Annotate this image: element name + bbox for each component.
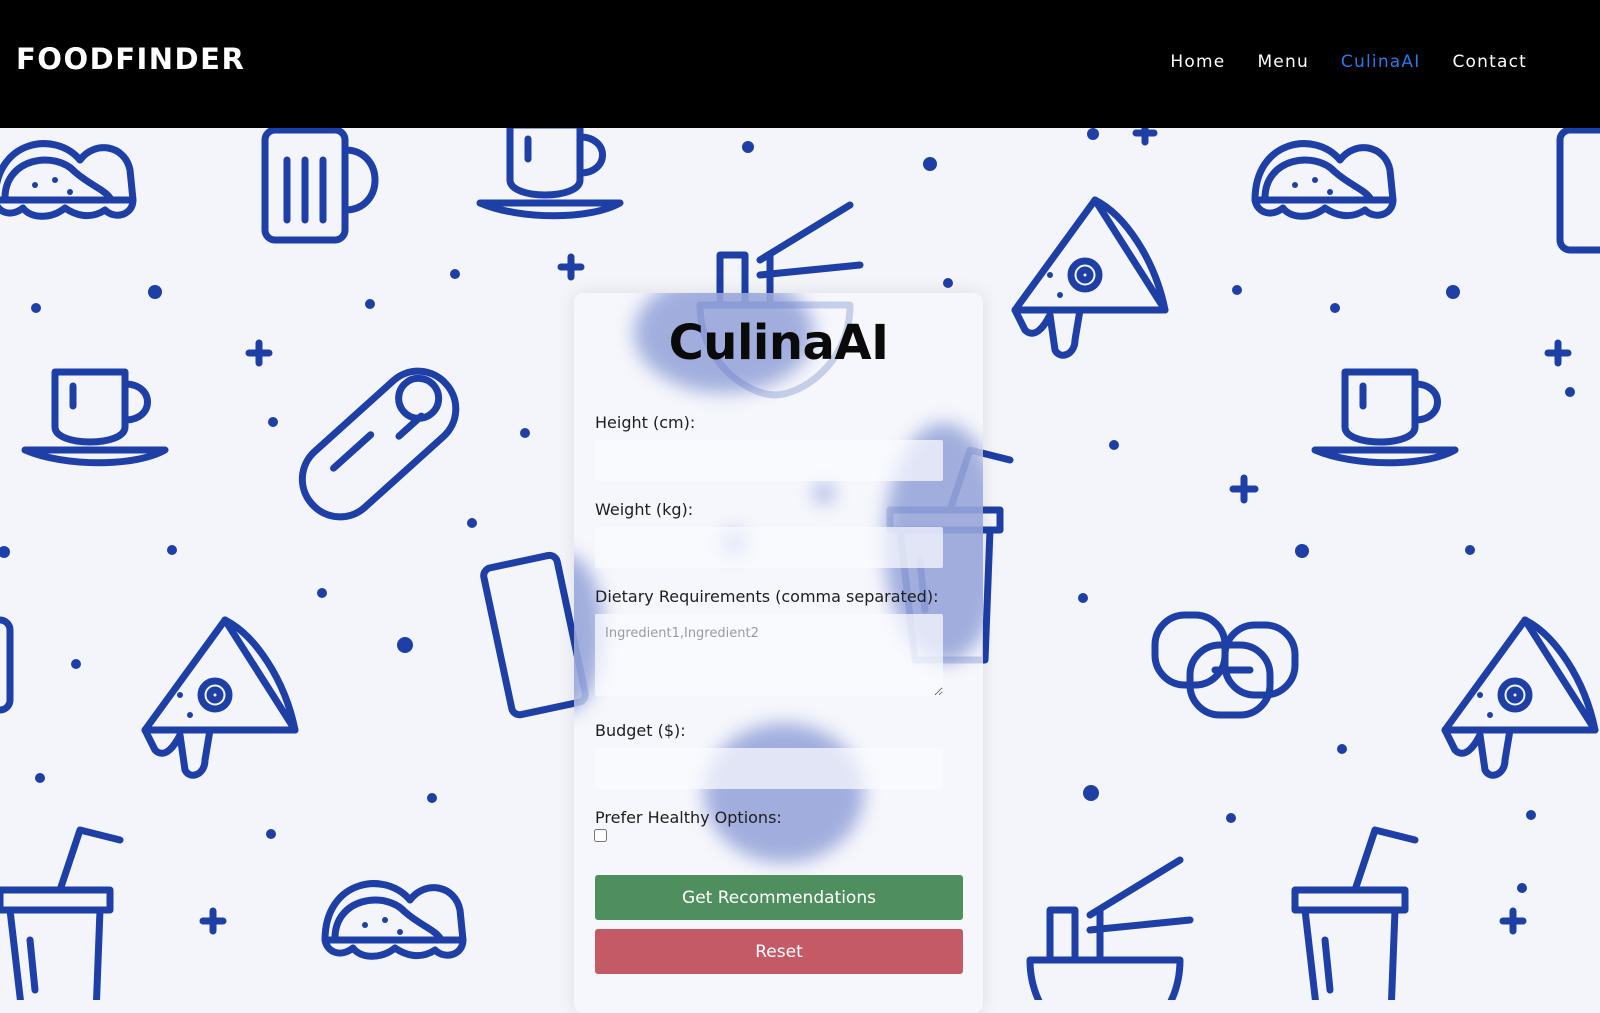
main-nav: Home Menu CulinaAI Contact bbox=[1170, 52, 1527, 72]
height-label: Height (cm): bbox=[595, 413, 696, 432]
nav-culinaai[interactable]: CulinaAI bbox=[1341, 52, 1421, 72]
healthy-options-label: Prefer Healthy Options: bbox=[595, 808, 782, 827]
budget-label: Budget ($): bbox=[595, 721, 686, 740]
weight-input[interactable] bbox=[595, 527, 943, 568]
top-navbar: FOODFINDER Home Menu CulinaAI Contact bbox=[0, 0, 1600, 128]
get-recommendations-button[interactable]: Get Recommendations bbox=[595, 875, 963, 920]
dietary-requirements-textarea[interactable] bbox=[595, 614, 943, 696]
brand-logo[interactable]: FOODFINDER bbox=[16, 42, 245, 76]
nav-menu[interactable]: Menu bbox=[1257, 52, 1308, 72]
form-title: CulinaAI bbox=[668, 315, 889, 371]
budget-input[interactable] bbox=[595, 748, 943, 789]
reset-button[interactable]: Reset bbox=[595, 929, 963, 974]
weight-label: Weight (kg): bbox=[595, 500, 694, 519]
nav-home[interactable]: Home bbox=[1170, 52, 1225, 72]
healthy-options-checkbox[interactable] bbox=[594, 829, 607, 842]
dietary-label: Dietary Requirements (comma separated): bbox=[595, 587, 939, 606]
height-input[interactable] bbox=[595, 440, 943, 481]
culinaai-form-card: CulinaAI Height (cm): Weight (kg): Dieta… bbox=[574, 293, 983, 1013]
nav-contact[interactable]: Contact bbox=[1452, 52, 1527, 72]
